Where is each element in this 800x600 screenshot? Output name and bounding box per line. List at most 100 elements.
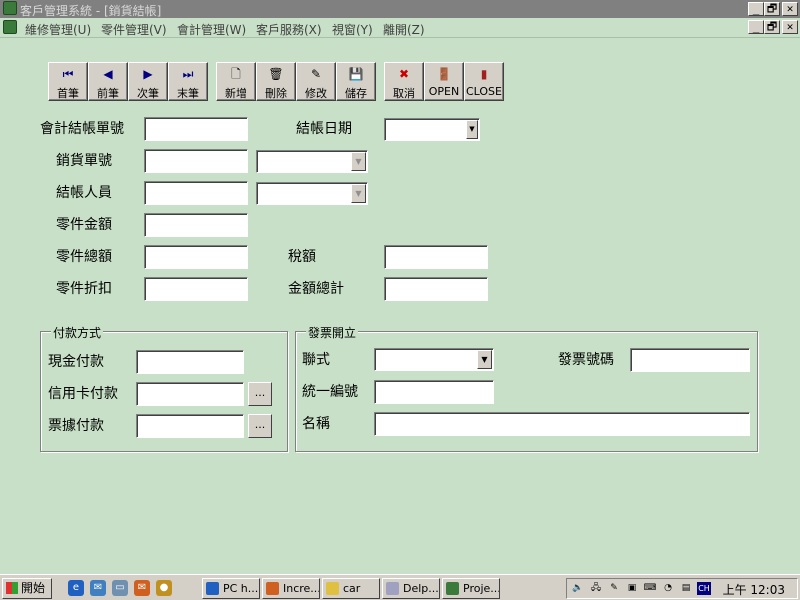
pen-icon[interactable]: ✎: [607, 582, 621, 595]
next-record-button[interactable]: ▶ 次筆: [128, 62, 168, 101]
open-label: OPEN: [428, 85, 460, 98]
task-label: Incre...: [283, 582, 320, 595]
restore-button[interactable]: 🗗: [764, 2, 780, 16]
close-form-button[interactable]: ▮ CLOSE: [464, 62, 504, 101]
cash-payment-field[interactable]: [136, 350, 244, 374]
grand-total-field[interactable]: [384, 277, 488, 301]
parts-total-field[interactable]: [144, 245, 248, 269]
sales-no-label: 銷貨單號: [56, 153, 112, 169]
checkout-date-picker[interactable]: ▼: [384, 118, 480, 141]
tax-id-label: 統一編號: [302, 384, 358, 400]
parts-amount-label: 零件金額: [56, 217, 112, 233]
sales-no-field[interactable]: [144, 149, 248, 173]
task-pc-home[interactable]: PC h...: [202, 578, 260, 599]
delete-record-button[interactable]: 🗑 刪除: [256, 62, 296, 101]
parts-discount-field[interactable]: [144, 277, 248, 301]
start-label: 開始: [21, 581, 46, 595]
display-icon[interactable]: ▣: [625, 582, 639, 595]
bill-payment-field[interactable]: [136, 414, 244, 438]
edit-record-button[interactable]: ✎ 修改: [296, 62, 336, 101]
minimize-button[interactable]: _: [748, 2, 764, 16]
floppy-disk-icon: 💾: [348, 67, 364, 81]
application-icon[interactable]: ●: [156, 580, 172, 596]
network-icon[interactable]: 🖧: [589, 582, 603, 595]
credit-card-browse-button[interactable]: ...: [248, 382, 272, 406]
delete-record-label: 刪除: [265, 87, 287, 100]
chevron-down-icon[interactable]: ▼: [351, 152, 366, 171]
menu-bar: 維修管理(U) 零件管理(V) 會計管理(W) 客戶服務(X) 視窗(Y) 離開…: [0, 18, 800, 38]
chevron-down-icon[interactable]: ▼: [351, 184, 366, 203]
child-minimize-button[interactable]: _: [748, 20, 764, 34]
task-project[interactable]: Proje...: [442, 578, 500, 599]
new-document-icon: 🗋: [231, 67, 241, 81]
bill-browse-button[interactable]: ...: [248, 414, 272, 438]
invoice-type-label: 聯式: [302, 352, 330, 368]
new-record-label: 新增: [225, 87, 247, 100]
keyboard-icon[interactable]: ⌨: [643, 582, 657, 595]
menu-accounting-management[interactable]: 會計管理(W): [177, 21, 246, 38]
grand-total-label: 金額總計: [288, 281, 344, 297]
project-icon: [446, 582, 459, 595]
credit-card-payment-field[interactable]: [136, 382, 244, 406]
window-title-bar[interactable]: 客戶管理系統 - [銷貨結帳] _ 🗗 ✕: [0, 0, 800, 18]
mail-icon[interactable]: ✉: [134, 580, 150, 596]
parts-total-label: 零件總額: [56, 249, 112, 265]
save-record-label: 儲存: [345, 87, 367, 100]
chevron-down-icon[interactable]: ▼: [477, 350, 492, 369]
chevron-down-icon[interactable]: ▼: [466, 120, 478, 139]
task-label: Delp...: [403, 582, 439, 595]
invoice-caption: 發票開立: [306, 324, 359, 341]
next-record-label: 次筆: [137, 87, 159, 100]
invoice-number-field[interactable]: [630, 348, 750, 372]
menu-window[interactable]: 視窗(Y): [332, 21, 373, 38]
credit-card-payment-label: 信用卡付款: [48, 386, 118, 402]
last-record-label: 末筆: [177, 87, 199, 100]
ime-indicator[interactable]: CH: [697, 582, 711, 595]
tax-field[interactable]: [384, 245, 488, 269]
child-restore-button[interactable]: 🗗: [764, 20, 780, 34]
task-delphi[interactable]: Delp...: [382, 578, 440, 599]
start-button[interactable]: 開始: [2, 578, 52, 599]
menu-repair-management[interactable]: 維修管理(U): [25, 21, 91, 38]
account-no-field[interactable]: [144, 117, 248, 141]
child-close-button[interactable]: ✕: [782, 20, 798, 34]
close-button[interactable]: ✕: [782, 2, 798, 16]
child-window-icon[interactable]: [3, 20, 17, 34]
payment-method-caption: 付款方式: [51, 324, 104, 341]
edit-record-label: 修改: [305, 87, 327, 100]
checkout-person-field[interactable]: [144, 181, 248, 205]
disk-icon[interactable]: ◔: [661, 582, 675, 595]
menu-exit[interactable]: 離開(Z): [383, 21, 425, 38]
task-incre[interactable]: Incre...: [262, 578, 320, 599]
open-button[interactable]: 🚪 OPEN: [424, 62, 464, 101]
menu-parts-management[interactable]: 零件管理(V): [101, 21, 167, 38]
task-car-folder[interactable]: car: [322, 578, 380, 599]
outlook-express-icon[interactable]: ✉: [90, 580, 106, 596]
parts-amount-field[interactable]: [144, 213, 248, 237]
show-desktop-icon[interactable]: ▭: [112, 580, 128, 596]
tax-id-field[interactable]: [374, 380, 494, 404]
checkout-person-combo[interactable]: ▼: [256, 182, 368, 205]
monitor-icon[interactable]: ▤: [679, 582, 693, 595]
first-record-icon: ⏮: [62, 67, 74, 81]
prev-record-button[interactable]: ◀ 前筆: [88, 62, 128, 101]
bill-payment-label: 票據付款: [48, 418, 104, 434]
invoice-type-combo[interactable]: ▼: [374, 348, 494, 371]
account-no-label: 會計結帳單號: [40, 121, 124, 137]
clock[interactable]: 上午 12:03: [723, 581, 785, 598]
last-record-button[interactable]: ⏭ 末筆: [168, 62, 208, 101]
checkout-person-label: 結帳人員: [56, 185, 112, 201]
speaker-icon[interactable]: 🔈: [571, 582, 585, 595]
taskbar: 開始 e ✉ ▭ ✉ ● PC h... Incre... car Delp..…: [0, 574, 800, 600]
internet-explorer-icon[interactable]: e: [68, 580, 84, 596]
sales-no-combo[interactable]: ▼: [256, 150, 368, 173]
company-name-field[interactable]: [374, 412, 750, 436]
save-record-button[interactable]: 💾 儲存: [336, 62, 376, 101]
delphi-icon: [386, 582, 399, 595]
menu-customer-service[interactable]: 客戶服務(X): [256, 21, 322, 38]
cancel-button[interactable]: ✖ 取消: [384, 62, 424, 101]
first-record-button[interactable]: ⏮ 首筆: [48, 62, 88, 101]
new-record-button[interactable]: 🗋 新增: [216, 62, 256, 101]
close-door-icon: ▮: [480, 67, 488, 81]
prev-record-label: 前筆: [97, 87, 119, 100]
